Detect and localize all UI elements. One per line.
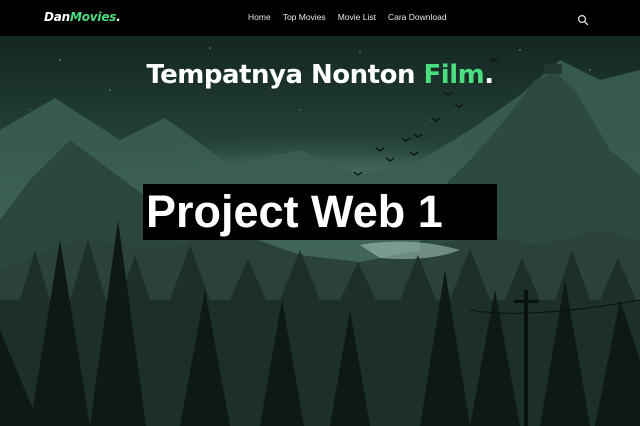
- nav-item-movie-list[interactable]: Movie List: [338, 12, 376, 22]
- brand-dot: .: [116, 10, 121, 24]
- project-label-box: Project Web 1: [143, 184, 497, 240]
- nav-menu: Home Top Movies Movie List Cara Download: [248, 12, 459, 22]
- tagline-accent: Film: [423, 60, 485, 90]
- nav-item-cara-download[interactable]: Cara Download: [388, 12, 447, 22]
- hero-tagline: Tempatnya Nonton Film.: [0, 60, 640, 90]
- brand-logo[interactable]: DanMovies.: [44, 10, 121, 24]
- search-icon[interactable]: [577, 11, 589, 26]
- tagline-main: Tempatnya Nonton: [146, 60, 424, 90]
- navbar: DanMovies. Home Top Movies Movie List Ca…: [0, 0, 640, 36]
- brand-suffix: Movies: [70, 10, 117, 24]
- tagline-dot: .: [484, 60, 494, 90]
- project-label: Project Web 1: [146, 186, 443, 237]
- nav-item-top-movies[interactable]: Top Movies: [283, 12, 326, 22]
- nav-item-home[interactable]: Home: [248, 12, 271, 22]
- brand-prefix: Dan: [44, 10, 71, 24]
